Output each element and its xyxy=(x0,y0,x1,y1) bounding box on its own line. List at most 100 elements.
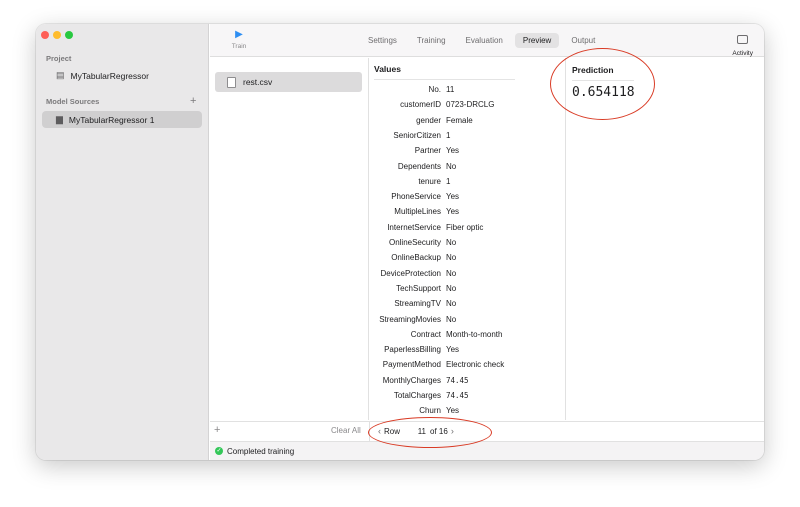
value-row: InternetService Fiber optic xyxy=(370,223,566,238)
value-key: SeniorCitizen xyxy=(393,130,441,140)
tab-evaluation[interactable]: Evaluation xyxy=(458,33,511,48)
value-cell: No xyxy=(446,161,457,171)
row-number-input[interactable] xyxy=(406,425,427,437)
value-row: StreamingMovies No xyxy=(370,315,566,330)
row-count-label: of 16 xyxy=(430,426,448,436)
value-row: PaperlessBilling Yes xyxy=(370,345,566,360)
value-cell: Fiber optic xyxy=(446,222,484,232)
tab-training[interactable]: Training xyxy=(409,33,454,48)
value-cell: 74.45 xyxy=(446,391,469,400)
value-cell: 0723-DRCLG xyxy=(446,100,495,110)
value-cell: Yes xyxy=(446,345,460,355)
value-cell: No xyxy=(446,268,457,278)
database-icon: ▆ xyxy=(56,114,63,124)
value-key: PaperlessBilling xyxy=(384,345,441,355)
value-key: customerID xyxy=(400,100,441,110)
model-sources-header: Model Sources xyxy=(46,97,100,106)
value-key: tenure xyxy=(418,176,441,186)
value-key: No. xyxy=(428,85,441,94)
file-item[interactable]: rest.csv xyxy=(215,72,362,92)
file-name: rest.csv xyxy=(243,77,273,87)
sidebar-item-model-source[interactable]: ▆ MyTabularRegressor 1 xyxy=(42,111,202,128)
value-key: StreamingTV xyxy=(394,299,441,309)
value-row: customerID 0723-DRCLG xyxy=(370,100,566,115)
activity-label: Activity xyxy=(732,50,753,57)
app-window: Project ▤ MyTabularRegressor Model Sourc… xyxy=(36,24,764,460)
value-cell: No xyxy=(446,238,457,247)
zoom-window-button[interactable] xyxy=(65,31,73,39)
value-cell: Female xyxy=(446,115,473,125)
value-row: PhoneService Yes xyxy=(370,192,566,207)
value-row: Dependents No xyxy=(370,162,566,177)
value-cell: Electronic check xyxy=(446,360,505,370)
checkmark-icon: ✓ xyxy=(215,447,223,455)
value-key: MonthlyCharges xyxy=(382,375,441,385)
value-cell: Month-to-month xyxy=(446,329,503,339)
play-icon: ▶ xyxy=(235,29,243,40)
row-navigator: ‹ Row of 16 › xyxy=(375,425,457,437)
prediction-panel: Prediction 0.654118 xyxy=(567,58,764,420)
divider xyxy=(572,80,634,81)
train-button[interactable]: ▶ Train xyxy=(224,29,254,50)
tab-output[interactable]: Output xyxy=(563,33,603,48)
value-row: StreamingTV No xyxy=(370,299,566,314)
value-row: Contract Month-to-month xyxy=(370,330,566,345)
sidebar-toggle-icon xyxy=(737,35,749,44)
value-row: gender Female xyxy=(370,116,566,131)
divider xyxy=(374,79,515,80)
value-key: TechSupport xyxy=(396,283,441,293)
value-cell: Yes xyxy=(446,192,460,202)
prediction-value: 0.654118 xyxy=(572,85,635,100)
bottom-bar: + Clear All ‹ Row of 16 › xyxy=(210,421,764,441)
activity-button[interactable]: Activity xyxy=(732,31,753,57)
tab-preview[interactable]: Preview xyxy=(514,33,560,48)
value-cell: No xyxy=(446,299,457,309)
value-row: Partner Yes xyxy=(370,146,566,161)
row-label: Row xyxy=(384,426,401,436)
sidebar-item-label: MyTabularRegressor xyxy=(70,70,149,81)
value-row: PaymentMethod Electronic check xyxy=(370,360,566,375)
minimize-window-button[interactable] xyxy=(53,31,61,39)
plus-icon[interactable]: + xyxy=(190,95,196,107)
value-row: Churn Yes xyxy=(370,406,566,421)
clear-all-button[interactable]: Clear All xyxy=(331,426,361,435)
value-key: PhoneService xyxy=(391,192,441,202)
value-cell: Yes xyxy=(446,406,460,416)
value-row: MultipleLines Yes xyxy=(370,207,566,222)
values-title: Values xyxy=(374,64,401,74)
value-row: No. 11 xyxy=(370,85,566,100)
value-key: DeviceProtection xyxy=(380,268,441,278)
value-key: StreamingMovies xyxy=(379,314,441,324)
file-icon xyxy=(227,76,236,88)
value-key: TotalCharges xyxy=(393,391,441,400)
chevron-left-icon[interactable]: ‹ xyxy=(375,426,384,436)
value-key: Partner xyxy=(414,146,441,156)
value-key: Dependents xyxy=(397,161,441,171)
value-key: PaymentMethod xyxy=(382,360,441,370)
file-list: rest.csv xyxy=(210,58,369,420)
project-header: Project xyxy=(46,54,72,63)
close-window-button[interactable] xyxy=(41,31,49,39)
value-key: InternetService xyxy=(387,222,441,232)
status-bar: ✓ Completed training xyxy=(210,441,764,460)
value-cell: Yes xyxy=(446,207,460,217)
value-row: MonthlyCharges 74.45 xyxy=(370,376,566,391)
tab-settings[interactable]: Settings xyxy=(360,33,405,48)
status-text: Completed training xyxy=(227,446,295,456)
sidebar: Project ▤ MyTabularRegressor Model Sourc… xyxy=(36,24,209,460)
value-row: DeviceProtection No xyxy=(370,269,566,284)
prediction-title: Prediction xyxy=(572,65,614,75)
add-file-button[interactable]: + xyxy=(214,424,220,436)
value-key: OnlineSecurity xyxy=(388,238,441,247)
value-row: tenure 1 xyxy=(370,177,566,192)
value-key: gender xyxy=(416,115,441,125)
value-key: OnlineBackup xyxy=(391,253,441,263)
tab-bar: Settings Training Evaluation Preview Output xyxy=(360,33,607,48)
value-row: SeniorCitizen 1 xyxy=(370,131,566,146)
value-cell: No xyxy=(446,283,457,293)
chevron-right-icon[interactable]: › xyxy=(448,426,457,436)
sidebar-item-project[interactable]: ▤ MyTabularRegressor xyxy=(42,67,202,84)
value-row: TechSupport No xyxy=(370,284,566,299)
value-cell: 74.45 xyxy=(446,375,469,385)
value-row: OnlineBackup No xyxy=(370,253,566,268)
